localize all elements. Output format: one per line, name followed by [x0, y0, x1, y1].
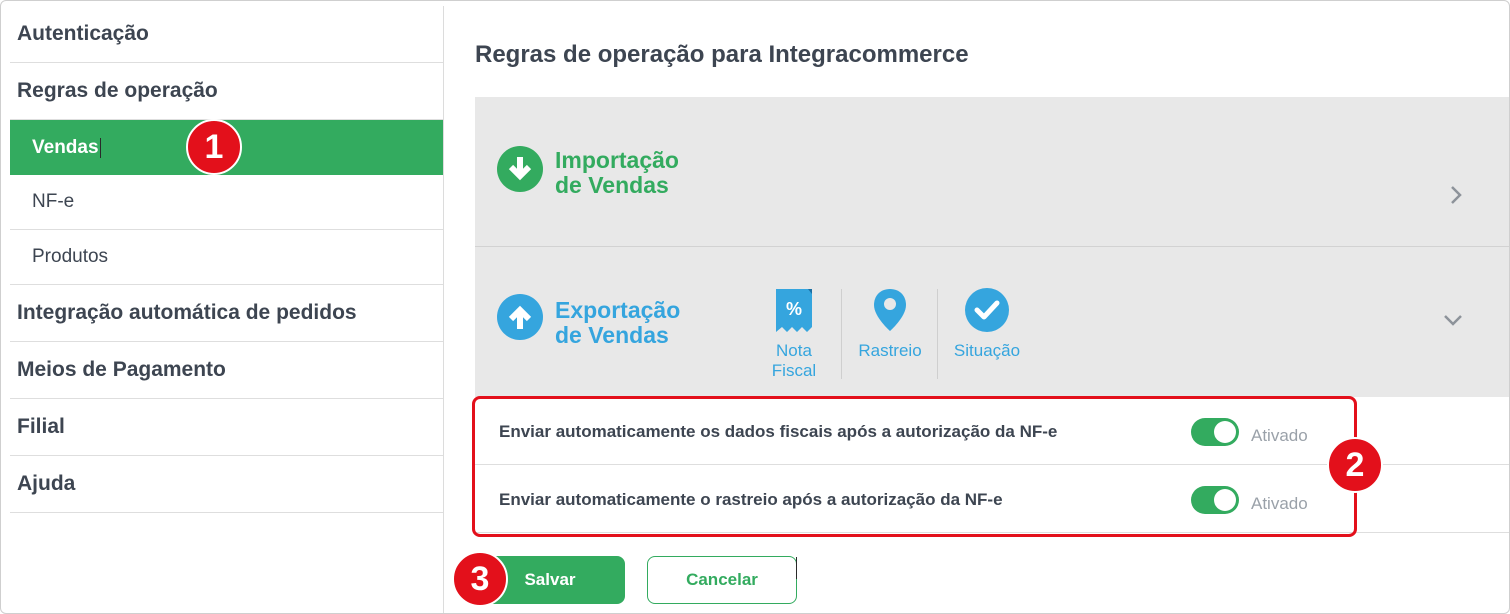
sidebar-divider — [443, 6, 444, 613]
annotation-badge-2: 2 — [1327, 437, 1383, 493]
page-title: Regras de operação para Integracommerce — [475, 41, 969, 68]
import-sales-label: Importação de Vendas — [555, 148, 679, 198]
app-window: Autenticação Regras de operação Vendas N… — [0, 0, 1510, 614]
tab-rastreio-label: Rastreio — [858, 341, 922, 360]
svg-text:%: % — [786, 299, 802, 319]
tab-situacao[interactable]: Situação — [949, 287, 1025, 361]
sidebar-subitem-label: Produtos — [32, 246, 109, 267]
location-pin-icon — [874, 289, 906, 331]
sidebar-item-label: Autenticação — [17, 22, 149, 45]
sidebar-item-label: Regras de operação — [17, 79, 218, 102]
sidebar-item-regras-operacao[interactable]: Regras de operação — [10, 63, 443, 120]
sidebar-subitem-produtos[interactable]: Produtos — [10, 230, 443, 285]
sidebar-item-ajuda[interactable]: Ajuda — [10, 456, 443, 513]
import-label-line2: de Vendas — [555, 172, 669, 198]
tab-situacao-label: Situação — [953, 341, 1021, 360]
export-label-line1: Exportação — [555, 297, 681, 323]
tab-nota-fiscal[interactable]: % Nota Fiscal — [767, 287, 821, 381]
sidebar-subitem-label: NF-e — [32, 191, 75, 212]
sidebar-item-label: Filial — [17, 415, 65, 438]
annotation-badge-3: 3 — [452, 551, 508, 607]
upload-circle-icon — [497, 294, 543, 340]
tab-divider — [841, 289, 842, 379]
sidebar-item-autenticacao[interactable]: Autenticação — [10, 6, 443, 63]
sidebar-item-label: Ajuda — [17, 472, 76, 495]
chevron-down-icon[interactable] — [1442, 309, 1464, 331]
annotation-highlight-box — [472, 396, 1357, 537]
receipt-percent-icon: % — [776, 289, 812, 332]
export-label-line2: de Vendas — [555, 322, 669, 348]
chevron-right-icon[interactable] — [1445, 184, 1467, 206]
sidebar-item-meios-pagamento[interactable]: Meios de Pagamento — [10, 342, 443, 399]
cancel-button[interactable]: Cancelar — [647, 556, 797, 604]
tab-rastreio[interactable]: Rastreio — [853, 287, 927, 361]
export-sales-label: Exportação de Vendas — [555, 298, 680, 348]
sidebar-item-filial[interactable]: Filial — [10, 399, 443, 456]
check-circle-icon — [965, 288, 1009, 332]
download-circle-icon — [497, 146, 543, 192]
sidebar-subitem-nfe[interactable]: NF-e — [10, 175, 443, 230]
sidebar-item-integracao-pedidos[interactable]: Integração automática de pedidos — [10, 285, 443, 342]
annotation-badge-1: 1 — [186, 119, 242, 175]
tab-divider — [937, 289, 938, 379]
sidebar: Autenticação Regras de operação Vendas N… — [10, 6, 443, 513]
import-label-line1: Importação — [555, 147, 679, 173]
sidebar-item-label: Meios de Pagamento — [17, 358, 226, 381]
sidebar-item-label: Integração automática de pedidos — [17, 301, 357, 324]
tab-nota-fiscal-label-2: Fiscal — [771, 361, 817, 380]
sidebar-subitem-label: Vendas — [32, 136, 99, 158]
text-cursor — [99, 137, 101, 158]
text-cursor — [796, 557, 797, 579]
tab-nota-fiscal-label-1: Nota — [776, 341, 812, 360]
